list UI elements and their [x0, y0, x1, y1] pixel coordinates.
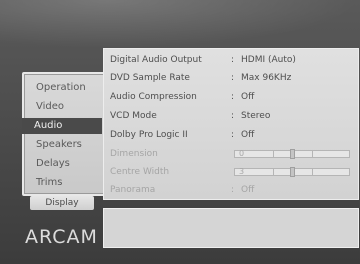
setting-label: Centre Width [110, 167, 170, 177]
slider-value: 0 [239, 149, 245, 158]
menu-item-label: Trims [36, 177, 63, 188]
setting-row-audio-compression[interactable]: Audio Compression : Off [104, 88, 358, 106]
setting-row-dvd-sample-rate[interactable]: DVD Sample Rate : Max 96KHz [104, 69, 358, 87]
setting-row-centre-width: Centre Width 3 [104, 163, 358, 181]
slider-tick [273, 168, 274, 176]
setting-separator: : [231, 111, 235, 121]
setting-row-dimension: Dimension 0 [104, 145, 358, 163]
slider-tick [312, 168, 313, 176]
setup-menu: Operation Video Audio Speakers Delays Tr… [22, 72, 111, 196]
setting-row-digital-audio-output[interactable]: Digital Audio Output : HDMI (Auto) [104, 51, 358, 69]
setting-row-vcd-mode[interactable]: VCD Mode : Stereo [104, 107, 358, 125]
setting-label: Audio Compression [110, 92, 197, 102]
setting-value[interactable]: HDMI (Auto) [241, 51, 296, 69]
setting-separator: : [231, 130, 235, 140]
centre-width-slider: 3 [234, 167, 350, 177]
menu-item-trims[interactable]: Trims [30, 175, 96, 191]
setting-value: Off [241, 185, 255, 195]
menu-item-speakers[interactable]: Speakers [30, 137, 96, 153]
menu-item-label: Operation [36, 82, 86, 93]
brand-logo: ARCAM [25, 226, 98, 248]
setting-value[interactable]: Stereo [241, 107, 270, 125]
menu-item-operation[interactable]: Operation [30, 80, 96, 96]
dimension-slider: 0 [234, 149, 350, 159]
slider-value: 3 [239, 167, 245, 176]
slider-tick [312, 150, 313, 158]
setting-separator: : [231, 92, 235, 102]
menu-item-label: Speakers [36, 139, 82, 150]
setting-separator: : [231, 73, 235, 83]
setting-label: Digital Audio Output [110, 55, 202, 65]
audio-settings-panel: Digital Audio Output : HDMI (Auto) DVD S… [103, 48, 359, 200]
menu-item-video[interactable]: Video [30, 99, 96, 115]
setting-separator: : [231, 55, 235, 65]
slider-thumb [290, 167, 295, 177]
setting-separator: : [231, 185, 235, 195]
setting-value[interactable]: Off [241, 126, 254, 144]
menu-item-audio[interactable]: Audio [22, 118, 111, 134]
menu-item-delays[interactable]: Delays [30, 156, 96, 172]
menu-item-label: Delays [36, 158, 70, 169]
setting-label: Dimension [110, 149, 158, 159]
setting-row-dolby-pro-logic-ii[interactable]: Dolby Pro Logic II : Off [104, 126, 358, 144]
slider-thumb [290, 149, 295, 159]
setting-value[interactable]: Max 96KHz [241, 69, 291, 87]
setting-label: Dolby Pro Logic II [110, 130, 188, 140]
background-sheen [0, 0, 360, 48]
menu-item-label: Video [36, 101, 65, 112]
info-box [103, 208, 359, 248]
setting-label: VCD Mode [110, 111, 157, 121]
setting-row-panorama: Panorama : Off [104, 181, 358, 199]
setting-value[interactable]: Off [241, 88, 254, 106]
display-button[interactable]: Display [30, 196, 94, 210]
setting-label: DVD Sample Rate [110, 73, 190, 83]
slider-tick [273, 150, 274, 158]
menu-item-label: Audio [34, 120, 63, 131]
setting-label: Panorama [110, 185, 156, 195]
